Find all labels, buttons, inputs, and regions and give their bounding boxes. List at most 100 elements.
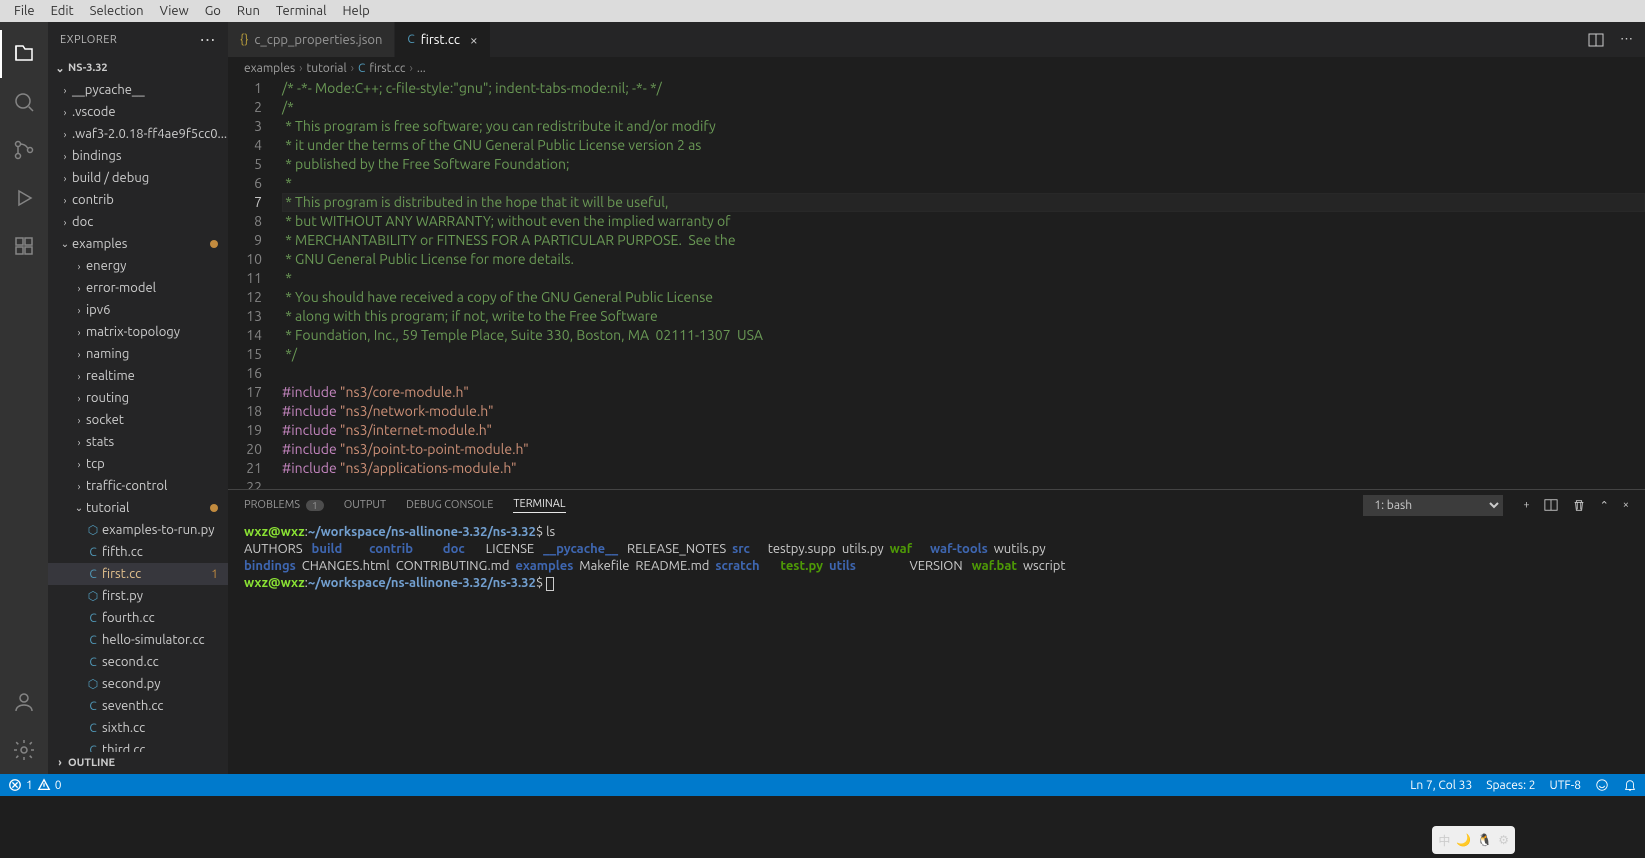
tree-item-label: hello-simulator.cc (102, 633, 205, 647)
chevron-right-icon: › (58, 217, 72, 228)
tree-item-label: sixth.cc (102, 721, 145, 735)
folder-item[interactable]: ›naming (48, 343, 228, 365)
status-cursor[interactable]: Ln 7, Col 33 (1410, 779, 1472, 792)
status-encoding[interactable]: UTF-8 (1550, 779, 1581, 792)
tree-item-label: ipv6 (86, 303, 110, 317)
kill-terminal-icon[interactable] (1572, 498, 1586, 512)
close-icon[interactable]: × (470, 32, 478, 48)
file-item[interactable]: Cfirst.cc1 (48, 563, 228, 585)
tab-bar: {} c_cpp_properties.json C first.cc × ⋯ (228, 22, 1645, 57)
file-item[interactable]: Cseventh.cc (48, 695, 228, 717)
run-debug-icon[interactable] (0, 174, 48, 222)
file-type-icon: ⬡ (84, 589, 102, 603)
problems-count-badge: 1 (306, 500, 324, 511)
tree-item-label: realtime (86, 369, 135, 383)
folder-item[interactable]: ›realtime (48, 365, 228, 387)
outline-section[interactable]: › OUTLINE (48, 752, 228, 774)
folder-item[interactable]: ›traffic-control (48, 475, 228, 497)
breadcrumb-item[interactable]: tutorial (307, 62, 347, 75)
tree-item-label: .vscode (72, 105, 116, 119)
panel-tab-problems[interactable]: PROBLEMS 1 (244, 499, 324, 511)
file-item[interactable]: Cfourth.cc (48, 607, 228, 629)
tree-item-label: first.cc (102, 567, 141, 581)
file-item[interactable]: Csixth.cc (48, 717, 228, 739)
terminal-select[interactable]: 1: bash (1363, 495, 1503, 516)
code-lines[interactable]: /* -*- Mode:C++; c-file-style:"gnu"; ind… (278, 79, 1645, 489)
new-terminal-icon[interactable]: + (1523, 499, 1529, 511)
folder-item[interactable]: ›matrix-topology (48, 321, 228, 343)
folder-item[interactable]: ›contrib (48, 189, 228, 211)
menu-go[interactable]: Go (197, 4, 229, 18)
explorer-icon[interactable] (0, 30, 48, 78)
maximize-panel-icon[interactable]: ⌃ (1600, 499, 1609, 512)
more-actions-icon[interactable]: ⋯ (1620, 32, 1633, 47)
panel-tab-output[interactable]: OUTPUT (344, 499, 386, 511)
folder-item[interactable]: ›routing (48, 387, 228, 409)
accounts-icon[interactable] (0, 678, 48, 726)
search-icon[interactable] (0, 78, 48, 126)
folder-item[interactable]: ›doc (48, 211, 228, 233)
folder-item[interactable]: ›stats (48, 431, 228, 453)
file-tree[interactable]: ›__pycache__›.vscode›.waf3-2.0.18-ff4ae9… (48, 79, 228, 752)
line-number-gutter: 123456789101112131415161718192021222324 (228, 79, 278, 489)
workspace-name: NS-3.32 (68, 62, 108, 74)
sidebar-more-icon[interactable]: ⋯ (200, 30, 217, 49)
menu-help[interactable]: Help (334, 4, 377, 18)
folder-item[interactable]: ›.vscode (48, 101, 228, 123)
file-item[interactable]: ⬡first.py (48, 585, 228, 607)
breadcrumb[interactable]: examples› tutorial› C first.cc› ... (228, 57, 1645, 79)
panel-tab-terminal[interactable]: TERMINAL (513, 498, 565, 513)
folder-item[interactable]: ›__pycache__ (48, 79, 228, 101)
errors-count: 1 (26, 779, 33, 792)
status-errors[interactable]: 1 0 (8, 778, 62, 792)
extensions-icon[interactable] (0, 222, 48, 270)
terminal-body[interactable]: wxz@wxz:~/workspace/ns-allinone-3.32/ns-… (228, 520, 1645, 774)
folder-item[interactable]: ›error-model (48, 277, 228, 299)
file-item[interactable]: Chello-simulator.cc (48, 629, 228, 651)
source-control-icon[interactable] (0, 126, 48, 174)
workspace-section[interactable]: ⌄ NS-3.32 (48, 57, 228, 79)
file-type-icon: C (84, 568, 102, 581)
breadcrumb-item[interactable]: examples (244, 62, 295, 75)
menu-terminal[interactable]: Terminal (268, 4, 335, 18)
close-panel-icon[interactable]: × (1623, 499, 1629, 511)
folder-item[interactable]: ›.waf3-2.0.18-ff4ae9f5cc0... (48, 123, 228, 145)
code-editor[interactable]: 123456789101112131415161718192021222324 … (228, 79, 1645, 489)
chevron-down-icon: ⌄ (72, 502, 86, 514)
file-item[interactable]: ⬡examples-to-run.py (48, 519, 228, 541)
tab-first-cc[interactable]: C first.cc × (395, 22, 490, 57)
menu-view[interactable]: View (152, 4, 197, 18)
panel-tab-debug[interactable]: DEBUG CONSOLE (406, 499, 493, 511)
file-item[interactable]: ⬡second.py (48, 673, 228, 695)
ime-widget[interactable]: 中 🌙 🐧 ⚙ (1432, 826, 1515, 854)
status-spaces[interactable]: Spaces: 2 (1486, 779, 1535, 792)
menu-selection[interactable]: Selection (82, 4, 152, 18)
file-item[interactable]: Cthird.cc (48, 739, 228, 752)
menu-edit[interactable]: Edit (43, 4, 82, 18)
file-item[interactable]: Csecond.cc (48, 651, 228, 673)
tree-item-label: .waf3-2.0.18-ff4ae9f5cc0... (72, 127, 227, 141)
file-item[interactable]: Cfifth.cc (48, 541, 228, 563)
breadcrumb-item[interactable]: first.cc (369, 62, 405, 75)
tree-item-label: first.py (102, 589, 143, 603)
status-feedback-icon[interactable] (1595, 778, 1609, 792)
chevron-right-icon: › (72, 327, 86, 338)
settings-gear-icon[interactable] (0, 726, 48, 774)
menu-file[interactable]: File (6, 4, 43, 18)
tab-cpp-properties[interactable]: {} c_cpp_properties.json (228, 22, 395, 57)
split-terminal-icon[interactable] (1544, 498, 1558, 512)
folder-item[interactable]: ›ipv6 (48, 299, 228, 321)
folder-item[interactable]: ⌄examples (48, 233, 228, 255)
folder-item[interactable]: ›tcp (48, 453, 228, 475)
breadcrumb-item[interactable]: ... (417, 62, 426, 75)
folder-item[interactable]: ›socket (48, 409, 228, 431)
folder-item[interactable]: ›bindings (48, 145, 228, 167)
tab-label: c_cpp_properties.json (254, 33, 382, 47)
folder-item[interactable]: ⌄tutorial (48, 497, 228, 519)
menu-run[interactable]: Run (229, 4, 268, 18)
split-editor-icon[interactable] (1588, 32, 1604, 48)
status-bell-icon[interactable] (1623, 778, 1637, 792)
folder-item[interactable]: ›energy (48, 255, 228, 277)
folder-item[interactable]: ›build / debug (48, 167, 228, 189)
tree-item-label: traffic-control (86, 479, 167, 493)
